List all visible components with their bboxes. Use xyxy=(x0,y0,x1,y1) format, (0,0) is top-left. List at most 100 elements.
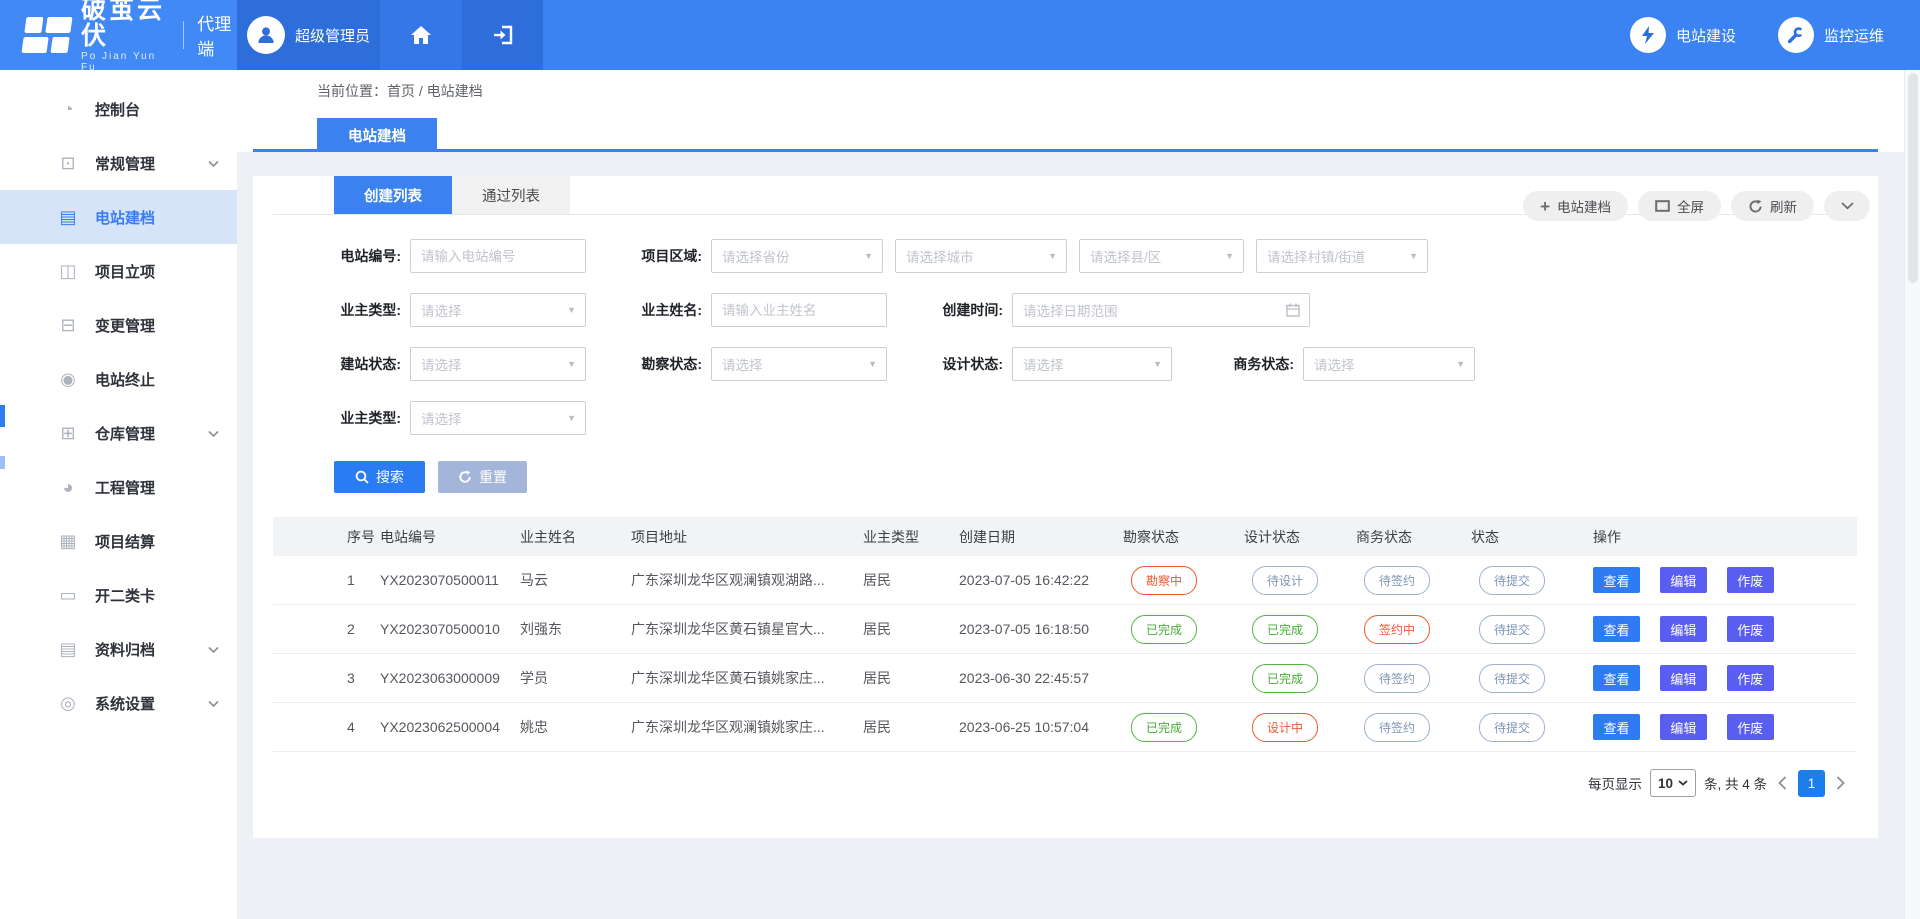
home-button[interactable] xyxy=(380,0,462,70)
void-button[interactable]: 作废 xyxy=(1727,567,1774,593)
chevron-down-icon xyxy=(208,425,219,442)
tab-passed-list[interactable]: 通过列表 xyxy=(452,176,570,214)
gauge-icon: ◕ xyxy=(56,477,80,498)
page-number-current[interactable]: 1 xyxy=(1798,770,1825,797)
nav-monitor-ops[interactable]: 监控运维 xyxy=(1778,17,1884,53)
logo-title: 破茧云伏 xyxy=(81,0,168,49)
settings-icon: ◎ xyxy=(56,693,80,714)
sidebar-item-project-initiation[interactable]: ◫ 项目立项 xyxy=(0,244,237,298)
date-range-picker[interactable]: 请选择日期范围 xyxy=(1012,293,1310,327)
owner-name-input[interactable] xyxy=(711,293,887,327)
chevron-right-icon xyxy=(1836,776,1845,790)
target-icon: ◉ xyxy=(56,369,80,390)
design-status-select[interactable]: 请选择 ▼ xyxy=(1012,347,1172,381)
page-tab-station-archive[interactable]: 电站建档 xyxy=(317,118,437,152)
col-design: 设计状态 xyxy=(1244,527,1356,547)
view-button[interactable]: 查看 xyxy=(1593,665,1640,691)
caret-down-icon: ▼ xyxy=(1225,251,1234,261)
sidebar-item-change-mgmt[interactable]: ⊟ 变更管理 xyxy=(0,298,237,352)
edit-button[interactable]: 编辑 xyxy=(1660,567,1707,593)
sidebar-item-label: 开二类卡 xyxy=(95,585,155,606)
owner-name-label: 业主姓名: xyxy=(635,300,702,320)
edit-button[interactable]: 编辑 xyxy=(1660,616,1707,642)
station-table: 序号 电站编号 业主姓名 项目地址 业主类型 创建日期 勘察状态 设计状态 商务… xyxy=(273,517,1857,752)
next-page-button[interactable] xyxy=(1836,776,1845,790)
tab-create-list[interactable]: 创建列表 xyxy=(334,176,452,214)
city-select[interactable]: 请选择城市 ▼ xyxy=(895,239,1067,273)
sidebar-item-general-mgmt[interactable]: ⊡ 常规管理 xyxy=(0,136,237,190)
sidebar-item-console[interactable]: ◔ 控制台 xyxy=(0,82,237,136)
nav-station-build[interactable]: 电站建设 xyxy=(1630,17,1736,53)
home-icon xyxy=(409,24,433,46)
user-menu[interactable]: 超级管理员 xyxy=(237,0,380,70)
chevron-down-icon xyxy=(208,695,219,712)
status-badge: 已完成 xyxy=(1252,664,1318,693)
province-select[interactable]: 请选择省份 ▼ xyxy=(711,239,883,273)
build-status-select[interactable]: 请选择 ▼ xyxy=(410,347,586,381)
status-badge: 已完成 xyxy=(1131,713,1197,742)
collapse-toolbar-button[interactable] xyxy=(1824,191,1870,221)
prev-page-button[interactable] xyxy=(1778,776,1787,790)
void-button[interactable]: 作废 xyxy=(1727,665,1774,691)
page-scrollbar[interactable] xyxy=(1904,70,1920,919)
county-select[interactable]: 请选择县/区 ▼ xyxy=(1079,239,1244,273)
sidebar-item-label: 控制台 xyxy=(95,99,140,120)
status-badge: 签约中 xyxy=(1364,615,1430,644)
col-address: 项目地址 xyxy=(631,527,863,547)
per-page-select[interactable]: 10 xyxy=(1650,769,1696,797)
reset-button[interactable]: 重置 xyxy=(438,461,527,493)
search-button[interactable]: 搜索 xyxy=(334,461,425,493)
table-row: 4 YX2023062500004 姚忠 广东深圳龙华区观澜镇姚家庄... 居民… xyxy=(273,703,1857,752)
survey-status-select[interactable]: 请选择 ▼ xyxy=(711,347,887,381)
document-icon: ▤ xyxy=(56,207,80,228)
business-status-select[interactable]: 请选择 ▼ xyxy=(1303,347,1475,381)
filter-actions: 搜索 重置 xyxy=(253,461,1878,493)
status-badge: 待签约 xyxy=(1364,713,1430,742)
nav-monitor-ops-label: 监控运维 xyxy=(1824,25,1884,46)
view-button[interactable]: 查看 xyxy=(1593,714,1640,740)
owner-type2-select[interactable]: 请选择 ▼ xyxy=(410,401,586,435)
sidebar-item-project-settlement[interactable]: ▦ 项目结算 xyxy=(0,514,237,568)
logout-button[interactable] xyxy=(462,0,543,70)
edit-button[interactable]: 编辑 xyxy=(1660,665,1707,691)
col-business: 商务状态 xyxy=(1356,527,1471,547)
sidebar-item-station-archive[interactable]: ▤ 电站建档 xyxy=(0,190,237,244)
col-actions: 操作 xyxy=(1579,527,1857,547)
view-button[interactable]: 查看 xyxy=(1593,616,1640,642)
view-button[interactable]: 查看 xyxy=(1593,567,1640,593)
void-button[interactable]: 作废 xyxy=(1727,616,1774,642)
fullscreen-icon xyxy=(1655,200,1670,212)
caret-down-icon: ▼ xyxy=(1048,251,1057,261)
table-row: 1 YX2023070500011 马云 广东深圳龙华区观澜镇观湖路... 居民… xyxy=(273,556,1857,605)
briefcase-icon: ◫ xyxy=(56,261,80,282)
sidebar-item-station-termination[interactable]: ◉ 电站终止 xyxy=(0,352,237,406)
town-select[interactable]: 请选择村镇/街道 ▼ xyxy=(1256,239,1428,273)
sidebar-item-system-settings[interactable]: ◎ 系统设置 xyxy=(0,676,237,730)
avatar xyxy=(247,16,285,54)
calendar-icon xyxy=(1286,303,1300,317)
sidebar-item-label: 常规管理 xyxy=(95,153,155,174)
sidebar-item-data-archive[interactable]: ▤ 资料归档 xyxy=(0,622,237,676)
sidebar-item-type2-card[interactable]: ▭ 开二类卡 xyxy=(0,568,237,622)
nav-station-build-label: 电站建设 xyxy=(1676,25,1736,46)
caret-down-icon: ▼ xyxy=(1409,251,1418,261)
status-badge: 待提交 xyxy=(1479,566,1545,595)
sidebar-scroll-thumb[interactable] xyxy=(0,405,5,427)
calculator-icon: ▦ xyxy=(56,531,80,552)
monitor-icon: ⊡ xyxy=(56,153,80,174)
edit-button[interactable]: 编辑 xyxy=(1660,714,1707,740)
refresh-icon xyxy=(1748,199,1763,214)
owner-type-select[interactable]: 请选择 ▼ xyxy=(410,293,586,327)
col-status: 状态 xyxy=(1471,527,1579,547)
station-code-input[interactable] xyxy=(410,239,586,273)
sidebar-item-warehouse-mgmt[interactable]: ⊞ 仓库管理 xyxy=(0,406,237,460)
refresh-button[interactable]: 刷新 xyxy=(1731,191,1814,221)
void-button[interactable]: 作废 xyxy=(1727,714,1774,740)
add-station-button[interactable]: + 电站建档 xyxy=(1523,191,1628,221)
page-tab-strip: 电站建档 xyxy=(237,112,1920,152)
scrollbar-thumb[interactable] xyxy=(1908,73,1918,283)
lightning-icon xyxy=(1630,17,1666,53)
chevron-down-icon xyxy=(1841,202,1854,210)
sidebar-item-engineering-mgmt[interactable]: ◕ 工程管理 xyxy=(0,460,237,514)
fullscreen-button[interactable]: 全屏 xyxy=(1638,191,1721,221)
